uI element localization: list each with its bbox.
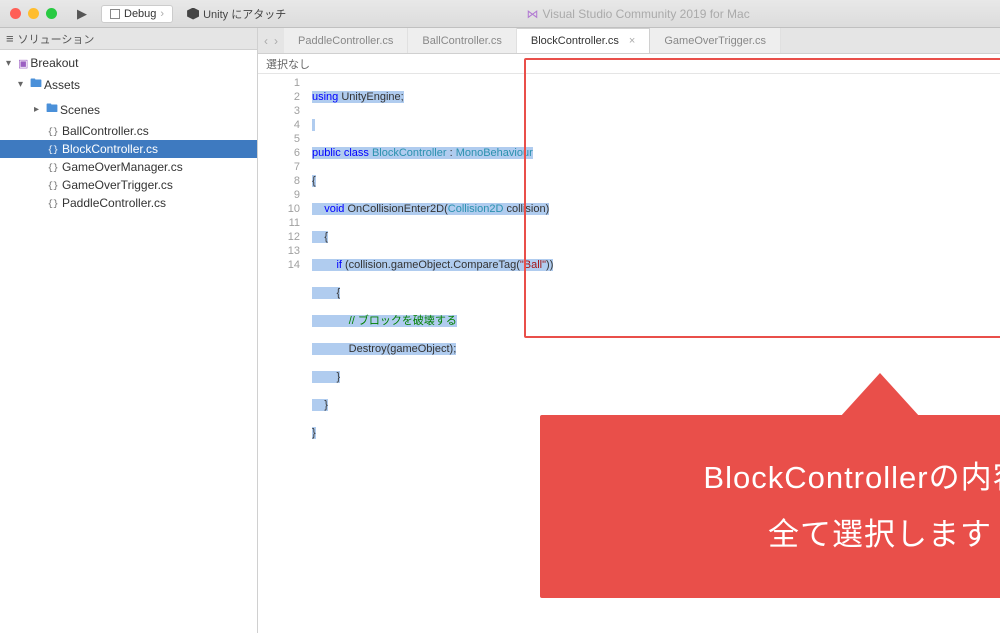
chevron-right-icon[interactable]: ▸ xyxy=(34,104,44,115)
chevron-down-icon[interactable]: ▾ xyxy=(6,58,16,69)
sidebar-header: ソリューション xyxy=(0,28,257,50)
solution-sidebar: ソリューション ▾ ▣ Breakout ▾ 🖿 Assets ▸ 🖿 Scen… xyxy=(0,28,258,633)
editor-tab[interactable]: PaddleController.cs xyxy=(284,28,408,53)
debug-label: Debug xyxy=(124,8,156,20)
nav-forward-button[interactable]: › xyxy=(274,34,278,48)
csharp-file-icon xyxy=(46,161,60,173)
vs-project-icon: ▣ xyxy=(18,57,28,70)
tree-file-selected[interactable]: BlockController.cs xyxy=(0,140,257,158)
annotation-callout: BlockControllerの内容を 全て選択します xyxy=(540,373,1000,598)
tree-folder-scenes[interactable]: ▸ 🖿 Scenes xyxy=(0,97,257,122)
callout-body: BlockControllerの内容を 全て選択します xyxy=(540,415,1000,598)
tree-file[interactable]: BallController.cs xyxy=(0,122,257,140)
run-config-dropdown[interactable]: Debug › xyxy=(101,5,173,23)
tree-solution-root[interactable]: ▾ ▣ Breakout xyxy=(0,54,257,72)
editor-tab-active[interactable]: BlockController.cs× xyxy=(517,28,650,53)
csharp-file-icon xyxy=(46,143,60,155)
callout-arrow-icon xyxy=(840,373,920,417)
window-controls xyxy=(10,8,57,19)
folder-icon: 🖿 xyxy=(30,74,42,95)
csharp-file-icon xyxy=(46,125,60,137)
solution-tree: ▾ ▣ Breakout ▾ 🖿 Assets ▸ 🖿 Scenes BallC… xyxy=(0,50,257,216)
line-gutter: 1234567 891011121314 xyxy=(258,74,308,496)
tab-bar: ‹ › PaddleController.cs BallController.c… xyxy=(258,28,1000,54)
hamburger-icon[interactable] xyxy=(6,31,14,46)
tree-folder-assets[interactable]: ▾ 🖿 Assets xyxy=(0,72,257,97)
tree-file[interactable]: GameOverManager.cs xyxy=(0,158,257,176)
tab-nav: ‹ › xyxy=(258,28,284,53)
maximize-window-button[interactable] xyxy=(46,8,57,19)
play-button[interactable]: ▶ xyxy=(77,6,87,22)
editor-tab[interactable]: BallController.cs xyxy=(408,28,516,53)
tree-file[interactable]: GameOverTrigger.cs xyxy=(0,176,257,194)
titlebar: ▶ Debug › Unity にアタッチ ⋈ Visual Studio Co… xyxy=(0,0,1000,28)
square-icon xyxy=(110,9,120,19)
window-title: ⋈ Visual Studio Community 2019 for Mac xyxy=(286,7,990,21)
csharp-file-icon xyxy=(46,197,60,209)
csharp-file-icon xyxy=(46,179,60,191)
nav-back-button[interactable]: ‹ xyxy=(264,34,268,48)
breadcrumb-sep: › xyxy=(160,8,164,20)
vs-logo-icon: ⋈ xyxy=(527,7,539,21)
attach-label: Unity にアタッチ xyxy=(203,6,286,22)
editor-area: ‹ › PaddleController.cs BallController.c… xyxy=(258,28,1000,633)
close-window-button[interactable] xyxy=(10,8,21,19)
folder-icon: 🖿 xyxy=(46,99,58,120)
unity-attach-dropdown[interactable]: Unity にアタッチ xyxy=(187,6,286,22)
tree-file[interactable]: PaddleController.cs xyxy=(0,194,257,212)
unity-icon xyxy=(187,8,199,20)
minimize-window-button[interactable] xyxy=(28,8,39,19)
breadcrumb-bar[interactable]: 選択なし xyxy=(258,54,1000,74)
chevron-down-icon[interactable]: ▾ xyxy=(18,79,28,90)
editor-tab[interactable]: GameOverTrigger.cs xyxy=(650,28,781,53)
close-tab-icon[interactable]: × xyxy=(629,35,635,47)
